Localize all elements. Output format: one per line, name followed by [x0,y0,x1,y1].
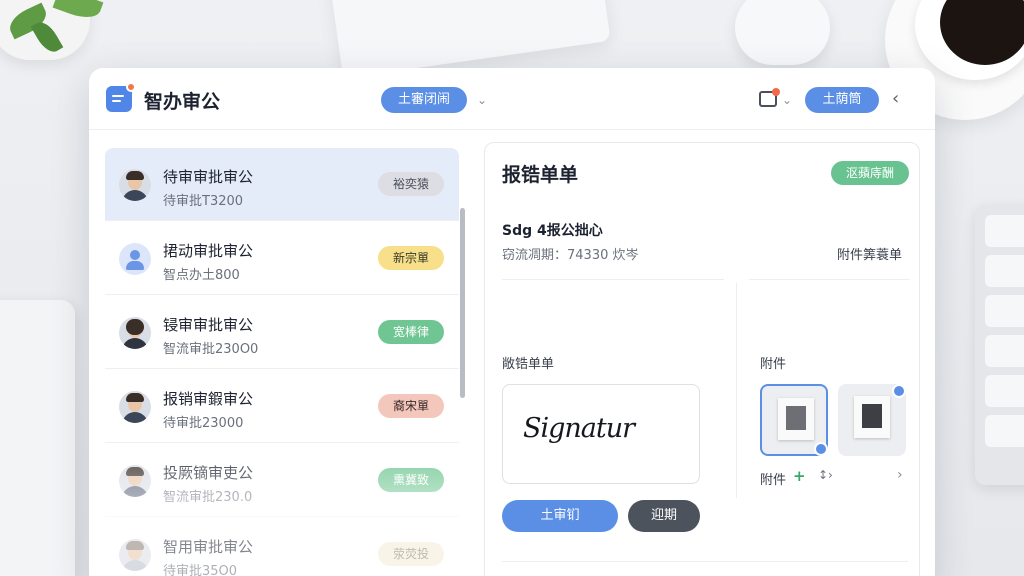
list-item-subtitle: 智点办土800 [163,268,240,283]
avatar-body [122,486,148,497]
chevron-down-icon[interactable]: ⌄ [477,93,487,107]
detail-meta-line: Sdg 4报公拙心 [502,223,603,239]
signature-pad[interactable]: Signatur [502,384,700,484]
list-item[interactable]: 捃动审批审公 智点办土800 新宗單 [105,222,459,295]
avatar-body [122,190,148,201]
list-item[interactable]: 锓审审批审公 智流审批230O0 宽棒律 [105,296,459,369]
list-item-subtitle: 智流审批230.0 [163,490,253,505]
attachment-image [854,396,890,438]
keyboard-key [985,215,1024,247]
avatar-hair [126,393,144,402]
signature-text: Signatur [523,413,635,444]
detail-meta-line: 窃流凋期：74330 炊岑 [502,248,639,263]
sort-icon[interactable]: ↕› [818,468,833,482]
detail-title: 报锆单单 [502,164,579,186]
divider [749,279,909,280]
detail-panel: 报锆单单 沤蘋庤酬 Sdg 4报公拙心 窃流凋期：74330 炊岑 附件筭蓑单 … [484,142,920,576]
list-item[interactable]: 投厥镝审吏公 智流审批230.0 熏冀致 [105,444,459,517]
list-item[interactable]: 待审审批审公 待审批T3200 裕奕猿 [105,148,459,221]
list-item-title: 捃动审批审公 [163,242,254,260]
keyboard-key [985,335,1024,367]
approval-list: 待审审批审公 待审批T3200 裕奕猿 捃动审批审公 智点办土800 新宗單 锓… [105,148,461,576]
list-item-subtitle: 待审批23000 [163,416,244,431]
app-title: 智办审公 [144,91,221,113]
attachment-image-content [862,404,882,428]
attachment-image [778,398,814,440]
notification-dot [772,88,780,96]
add-attachment-icon[interactable]: + [793,467,806,485]
keyboard-key [985,415,1024,447]
avatar [119,391,151,423]
status-badge: 荥荧投 [378,542,444,566]
keyboard-side [975,205,1024,485]
divider [502,561,908,562]
mouse [735,0,830,65]
avatar-hair [126,467,144,476]
selected-dot [892,384,906,398]
list-item-subtitle: 智流审批230O0 [163,342,259,357]
approve-button[interactable]: 土审钔 [502,500,618,532]
tablet [0,300,75,576]
avatar-head [130,250,140,260]
close-icon[interactable]: ‹ [892,88,899,109]
notification-dot [126,82,136,92]
avatar-body [122,338,148,349]
header-filter-pill[interactable]: 土審闭闹 [381,87,467,113]
signature-label: 敞锆单单 [502,357,555,372]
status-badge: 宽棒律 [378,320,444,344]
app-icon[interactable] [106,82,136,112]
avatar-body [122,560,148,571]
avatar-body [122,412,148,423]
list-item-subtitle: 待审批35O0 [163,564,238,576]
attachment-summary: 附件筭蓑单 [837,248,903,263]
divider [736,283,737,498]
list-item-subtitle: 待审批T3200 [163,194,244,209]
chevron-down-icon[interactable]: ⌄ [782,93,792,107]
status-badge: 裔宋單 [378,394,444,418]
action-button[interactable]: 土荫筒 [805,87,879,113]
avatar-hair [126,319,144,335]
list-item-title: 待审审批审公 [163,168,254,186]
avatar [119,465,151,497]
list-item[interactable]: 智用审批审公 待审批35O0 荥荧投 [105,518,459,576]
list-item-title: 投厥镝审吏公 [163,464,254,482]
list-item-title: 锓审审批审公 [163,316,254,334]
status-badge: 裕奕猿 [378,172,444,196]
app-window: 智办审公 土審闭闹 ⌄ ⌄ 土荫筒 ‹ 待审审批审公 待审批T3200 裕奕猿 … [89,68,935,576]
selected-dot [814,442,828,456]
keyboard [329,0,611,79]
return-button[interactable]: 迎期 [628,500,700,532]
avatar [119,317,151,349]
keyboard-key [985,295,1024,327]
attachments-label: 附件 [760,357,787,372]
avatar [119,243,151,275]
title-bar: 智办审公 土審闭闹 ⌄ ⌄ 土荫筒 ‹ [89,68,935,130]
avatar [119,169,151,201]
list-item-title: 报销审鍜审公 [163,390,254,408]
divider [502,279,724,280]
status-badge: 熏冀致 [378,468,444,492]
keyboard-key [985,375,1024,407]
status-badge: 沤蘋庤酬 [831,161,909,185]
keyboard-key [985,255,1024,287]
avatar-shoulder [126,261,144,270]
avatar-hair [126,541,144,550]
attachments-caption: 附件 [760,473,787,488]
avatar [119,539,151,571]
app-icon-line [112,100,121,102]
list-scrollbar[interactable] [460,208,465,398]
list-item-title: 智用审批审公 [163,538,254,556]
app-icon-line [112,95,124,97]
list-item[interactable]: 报销审鍜审公 待审批23000 裔宋單 [105,370,459,443]
chevron-right-icon[interactable]: › [897,467,903,483]
attachment-image-content [786,406,806,430]
status-badge: 新宗單 [378,246,444,270]
avatar-hair [126,171,144,180]
